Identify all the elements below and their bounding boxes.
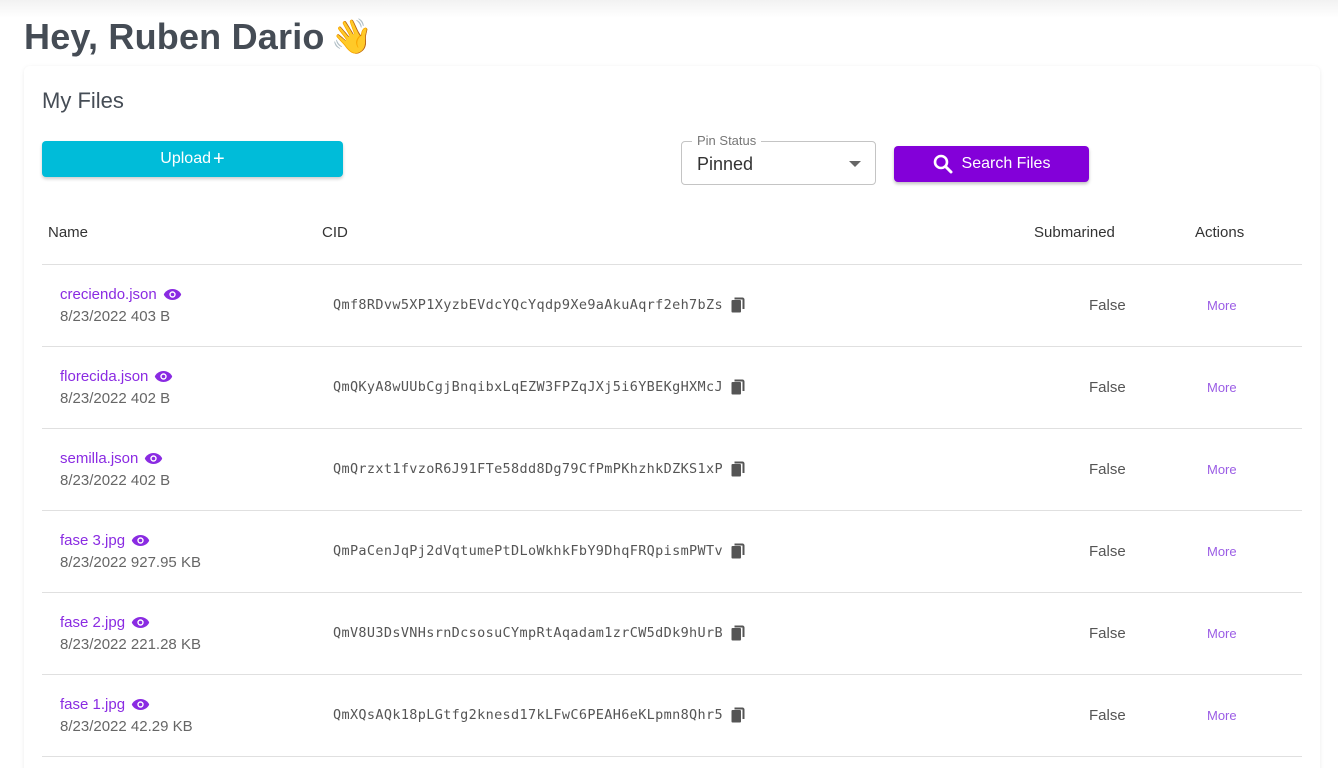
submarined-value: False (1089, 625, 1126, 642)
cid-cell: QmQrzxt1fvzoR6J91FTe58dd8Dg79CfPmPKhzhkD… (333, 461, 745, 477)
file-name-link[interactable]: fase 2.jpg (60, 614, 150, 631)
table-row: fase 2.jpg 8/23/2022 221.28 KB QmV8U3DsV… (42, 593, 1302, 675)
search-files-label: Search Files (961, 155, 1051, 172)
column-header-submarined[interactable]: Submarined (1034, 224, 1115, 241)
file-name: florecida.json (60, 368, 149, 385)
search-files-button[interactable]: Search Files (894, 146, 1089, 182)
file-name-link[interactable]: semilla.json (60, 450, 163, 467)
table-row: florecida.json 8/23/2022 402 B QmQKyA8wU… (42, 347, 1302, 429)
plus-icon: + (213, 148, 225, 170)
file-meta: 8/23/2022 402 B (60, 472, 171, 489)
pin-status-value: Pinned (697, 154, 754, 174)
greeting-text: Hey, Ruben Dario (24, 16, 325, 57)
cid-cell: QmXQsAQk18pLGtfg2knesd17kLFwC6PEAH6eKLpm… (333, 707, 745, 723)
eye-icon[interactable] (144, 452, 163, 465)
upload-button-label: Upload (160, 150, 211, 167)
file-name: fase 2.jpg (60, 614, 126, 631)
more-link[interactable]: More (1207, 298, 1237, 313)
copy-icon[interactable] (731, 379, 745, 395)
cid-cell: QmPaCenJqPj2dVqtumePtDLoWkhkFbY9DhqFRQpi… (333, 543, 745, 559)
column-header-cid[interactable]: CID (322, 224, 348, 241)
submarined-value: False (1089, 543, 1126, 560)
cid-value: QmV8U3DsVNHsrnDcsosuCYmpRtAqadam1zrCW5dD… (333, 625, 723, 641)
file-meta: 8/23/2022 221.28 KB (60, 636, 201, 653)
file-name: fase 3.jpg (60, 532, 126, 549)
submarined-value: False (1089, 379, 1126, 396)
table-row: semilla.json 8/23/2022 402 B QmQrzxt1fvz… (42, 429, 1302, 511)
copy-icon[interactable] (731, 461, 745, 477)
copy-icon[interactable] (731, 707, 745, 723)
more-link[interactable]: More (1207, 626, 1237, 641)
greeting-heading: Hey, Ruben Dario 👋 (24, 16, 373, 58)
file-name: semilla.json (60, 450, 139, 467)
more-link[interactable]: More (1207, 380, 1237, 395)
column-header-actions: Actions (1195, 224, 1245, 241)
cid-value: Qmf8RDvw5XP1XyzbEVdcYQcYqdp9Xe9aAkuAqrf2… (333, 297, 723, 313)
file-name-link[interactable]: fase 3.jpg (60, 532, 150, 549)
file-meta: 8/23/2022 42.29 KB (60, 718, 193, 735)
file-meta: 8/23/2022 927.95 KB (60, 554, 201, 571)
chevron-down-icon (849, 161, 861, 167)
waving-hand-icon: 👋 (330, 18, 374, 56)
submarined-value: False (1089, 461, 1126, 478)
file-meta: 8/23/2022 402 B (60, 390, 171, 407)
files-card: My Files Upload + Pin Status Pinned Sear… (24, 66, 1320, 768)
cid-cell: Qmf8RDvw5XP1XyzbEVdcYQcYqdp9Xe9aAkuAqrf2… (333, 297, 745, 313)
file-name: creciendo.json (60, 286, 157, 303)
copy-icon[interactable] (731, 297, 745, 313)
table-row: fase 1.jpg 8/23/2022 42.29 KB QmXQsAQk18… (42, 675, 1302, 757)
file-name: fase 1.jpg (60, 696, 126, 713)
eye-icon[interactable] (154, 370, 173, 383)
submarined-value: False (1089, 297, 1126, 314)
eye-icon[interactable] (131, 616, 150, 629)
cid-value: QmQKyA8wUUbCgjBnqibxLqEZW3FPZqJXj5i6YBEK… (333, 379, 723, 395)
copy-icon[interactable] (731, 543, 745, 559)
file-meta: 8/23/2022 403 B (60, 308, 171, 325)
upload-button[interactable]: Upload + (42, 141, 343, 177)
cid-cell: QmQKyA8wUUbCgjBnqibxLqEZW3FPZqJXj5i6YBEK… (333, 379, 745, 395)
card-title: My Files (42, 88, 124, 113)
files-table: creciendo.json 8/23/2022 403 B Qmf8RDvw5… (42, 265, 1302, 757)
file-name-link[interactable]: fase 1.jpg (60, 696, 150, 713)
submarined-value: False (1089, 707, 1126, 724)
eye-icon[interactable] (131, 698, 150, 711)
more-link[interactable]: More (1207, 544, 1237, 559)
column-header-name[interactable]: Name (48, 224, 88, 241)
cid-cell: QmV8U3DsVNHsrnDcsosuCYmpRtAqadam1zrCW5dD… (333, 625, 745, 641)
table-row: creciendo.json 8/23/2022 403 B Qmf8RDvw5… (42, 265, 1302, 347)
search-icon (933, 154, 953, 174)
table-row: fase 3.jpg 8/23/2022 927.95 KB QmPaCenJq… (42, 511, 1302, 593)
pin-status-select[interactable]: Pin Status Pinned (681, 133, 876, 185)
cid-value: QmQrzxt1fvzoR6J91FTe58dd8Dg79CfPmPKhzhkD… (333, 461, 723, 477)
eye-icon[interactable] (163, 288, 182, 301)
more-link[interactable]: More (1207, 708, 1237, 723)
pin-status-legend: Pin Status (692, 133, 762, 148)
cid-value: QmXQsAQk18pLGtfg2knesd17kLFwC6PEAH6eKLpm… (333, 707, 723, 723)
more-link[interactable]: More (1207, 462, 1237, 477)
file-name-link[interactable]: florecida.json (60, 368, 173, 385)
copy-icon[interactable] (731, 625, 745, 641)
cid-value: QmPaCenJqPj2dVqtumePtDLoWkhkFbY9DhqFRQpi… (333, 543, 723, 559)
eye-icon[interactable] (131, 534, 150, 547)
file-name-link[interactable]: creciendo.json (60, 286, 182, 303)
